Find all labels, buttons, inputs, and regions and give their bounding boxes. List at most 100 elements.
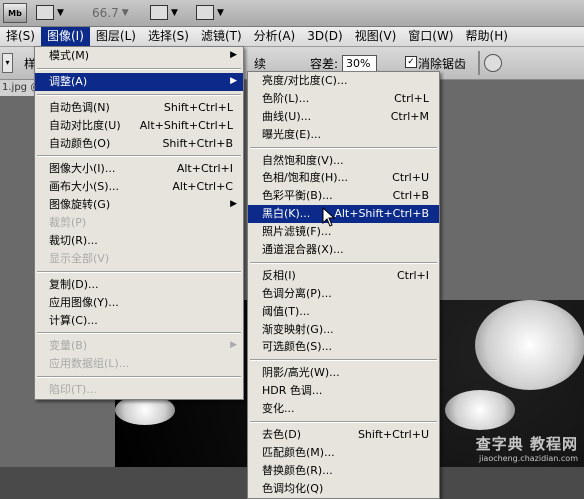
image-menu: 模式(M) ▶ 调整(A) ▶ 自动色调(N) Shift+Ctrl+L 自动对比度(U) A… (34, 46, 244, 401)
antialias-checkbox[interactable]: ✓ (405, 56, 417, 68)
menu-item-shortcut: Ctrl+B (392, 189, 429, 203)
menu-item-label: 色彩平衡(B)... (262, 189, 333, 203)
menu-item-label: 曲线(U)... (262, 109, 312, 123)
menu-item-label: 计算(C)... (49, 313, 98, 327)
menu-item[interactable]: 亮度/对比度(C)... (248, 72, 439, 90)
menu-item[interactable]: HDR 色调... (248, 382, 439, 400)
menu-item[interactable]: 曝光度(E)... (248, 126, 439, 144)
menu-item-label: 裁剪(P) (49, 216, 87, 230)
menu-item-shortcut: Ctrl+M (390, 109, 429, 123)
menu-item[interactable]: 裁切(R)... (35, 232, 243, 250)
menu-item-label: 裁切(R)... (49, 234, 98, 248)
menu-item[interactable]: 渐变映射(G)... (248, 321, 439, 339)
menu-item[interactable]: 照片滤镜(F)... (248, 223, 439, 241)
menu-item-label: 应用数据组(L)... (49, 357, 130, 371)
watermark: 查字典 教程网 jiaocheng.chazidian.com (476, 433, 578, 463)
menu-item-shortcut: Shift+Ctrl+B (162, 136, 233, 150)
menu-item[interactable]: 阴影/高光(W)... (248, 364, 439, 382)
menu-item[interactable]: 曲线(U)... Ctrl+M (248, 108, 439, 126)
arrange-documents-dropdown[interactable]: ▼ (150, 3, 178, 22)
menu-item-label: 变量(B) (49, 339, 88, 353)
menu-item-label: 自动颜色(O) (49, 136, 111, 150)
menu-item-label: 应用图像(Y)... (49, 295, 119, 309)
menu-item[interactable]: 黑白(K)... Alt+Shift+Ctrl+B (248, 205, 439, 224)
menu-item[interactable]: 变化... (248, 400, 439, 418)
menu-item[interactable]: 色相/饱和度(H)... Ctrl+U (248, 169, 439, 187)
zoom-level[interactable]: 66.7 ▼ (92, 3, 129, 22)
menu-item-shortcut: Ctrl+I (396, 268, 429, 282)
menu-item[interactable]: 画布大小(S)... Alt+Ctrl+C (35, 178, 243, 196)
menu-3[interactable]: 选择(S) (142, 27, 195, 46)
menu-item[interactable]: 自动颜色(O) Shift+Ctrl+B (35, 135, 243, 153)
menu-item[interactable]: 去色(D) Shift+Ctrl+U (248, 426, 439, 444)
menu-item-label: 色调分离(P)... (262, 286, 332, 300)
menu-item-label: 陷印(T)... (49, 383, 97, 397)
menu-item: 应用数据组(L)... (35, 355, 243, 373)
menu-item-label: 色阶(L)... (262, 91, 310, 105)
menu-item-label: 变化... (262, 402, 295, 416)
menu-separator (250, 261, 437, 264)
menu-separator (37, 376, 241, 379)
menu-item-shortcut: Alt+Ctrl+I (176, 162, 233, 176)
menu-item-label: 曝光度(E)... (262, 127, 322, 141)
menu-item[interactable]: 色阶(L)... Ctrl+L (248, 90, 439, 108)
brush-icon[interactable] (484, 54, 502, 72)
application-bar: Mb ▼ 66.7 ▼ ▼ ▼ (0, 0, 584, 27)
menu-6[interactable]: 3D(D) (301, 27, 348, 46)
menu-separator (37, 67, 241, 70)
menu-item-shortcut: Alt+Shift+Ctrl+B (334, 207, 429, 221)
tolerance-input[interactable]: 30% (342, 55, 377, 72)
menu-item[interactable]: 复制(D)... (35, 276, 243, 294)
menu-item-shortcut: Ctrl+U (392, 171, 429, 185)
menu-separator (37, 93, 241, 96)
menu-item: 陷印(T)... (35, 381, 243, 399)
menu-item[interactable]: 通道混合器(X)... (248, 241, 439, 259)
menu-item-label: 亮度/对比度(C)... (262, 74, 348, 87)
menu-item[interactable]: 图像旋转(G) ▶ (35, 196, 243, 214)
menu-4[interactable]: 滤镜(T) (195, 27, 248, 46)
menu-item[interactable]: 计算(C)... (35, 312, 243, 330)
menu-item-label: 替换颜色(R)... (262, 463, 333, 477)
menu-item[interactable]: 应用图像(Y)... (35, 294, 243, 312)
menu-item-shortcut: Alt+Ctrl+C (172, 180, 233, 194)
menu-item[interactable]: 反相(I) Ctrl+I (248, 267, 439, 285)
zoom-value: 66.7 (92, 5, 119, 20)
menu-7[interactable]: 视图(V) (349, 27, 403, 46)
menu-item[interactable]: 色调分离(P)... (248, 285, 439, 303)
menu-item[interactable]: 可选颜色(S)... (248, 338, 439, 356)
menu-item[interactable]: 模式(M) ▶ (35, 47, 243, 65)
antialias-label: 消除锯齿 (418, 57, 467, 71)
menu-item-label: 反相(I) (262, 268, 296, 282)
menu-item[interactable]: 阈值(T)... (248, 303, 439, 321)
divider (478, 51, 480, 75)
screen-mode-dropdown[interactable]: ▼ (196, 3, 224, 22)
menu-separator (250, 421, 437, 424)
arrange-icon (150, 5, 168, 20)
menu-9[interactable]: 帮助(H) (460, 27, 514, 46)
menu-0[interactable]: 择(S) (0, 27, 41, 46)
watermark-title: 查字典 教程网 (475, 435, 578, 453)
submenu-arrow-icon: ▶ (230, 50, 237, 60)
menu-item[interactable]: 色彩平衡(B)... Ctrl+B (248, 187, 439, 205)
mini-bridge-button[interactable]: Mb (3, 3, 27, 23)
menu-item[interactable]: 色调均化(Q) (248, 480, 439, 498)
menu-item[interactable]: 替换颜色(R)... (248, 462, 439, 480)
menu-8[interactable]: 窗口(W) (402, 27, 459, 46)
view-extras-dropdown[interactable]: ▼ (36, 3, 64, 22)
menu-1[interactable]: 图像(I) (40, 27, 90, 46)
menu-item-label: 图像旋转(G) (49, 198, 111, 212)
menu-item: 变量(B) ▶ (35, 337, 243, 355)
menu-item[interactable]: 调整(A) ▶ (35, 72, 243, 91)
menu-item-label: 照片滤镜(F)... (262, 225, 332, 239)
menu-item-label: 渐变映射(G)... (262, 322, 334, 336)
menu-item[interactable]: 自动色调(N) Shift+Ctrl+L (35, 99, 243, 117)
menu-2[interactable]: 图层(L) (90, 27, 142, 46)
menu-item[interactable]: 自动对比度(U) Alt+Shift+Ctrl+L (35, 117, 243, 135)
menu-item[interactable]: 自然饱和度(V)... (248, 152, 439, 170)
submenu-arrow-icon: ▶ (230, 199, 237, 210)
tool-preset-picker[interactable]: ▾ (2, 53, 13, 73)
menu-item-label: 黑白(K)... (262, 207, 311, 221)
menu-item[interactable]: 匹配颜色(M)... (248, 444, 439, 462)
menu-5[interactable]: 分析(A) (248, 27, 302, 46)
menu-item[interactable]: 图像大小(I)... Alt+Ctrl+I (35, 160, 243, 178)
